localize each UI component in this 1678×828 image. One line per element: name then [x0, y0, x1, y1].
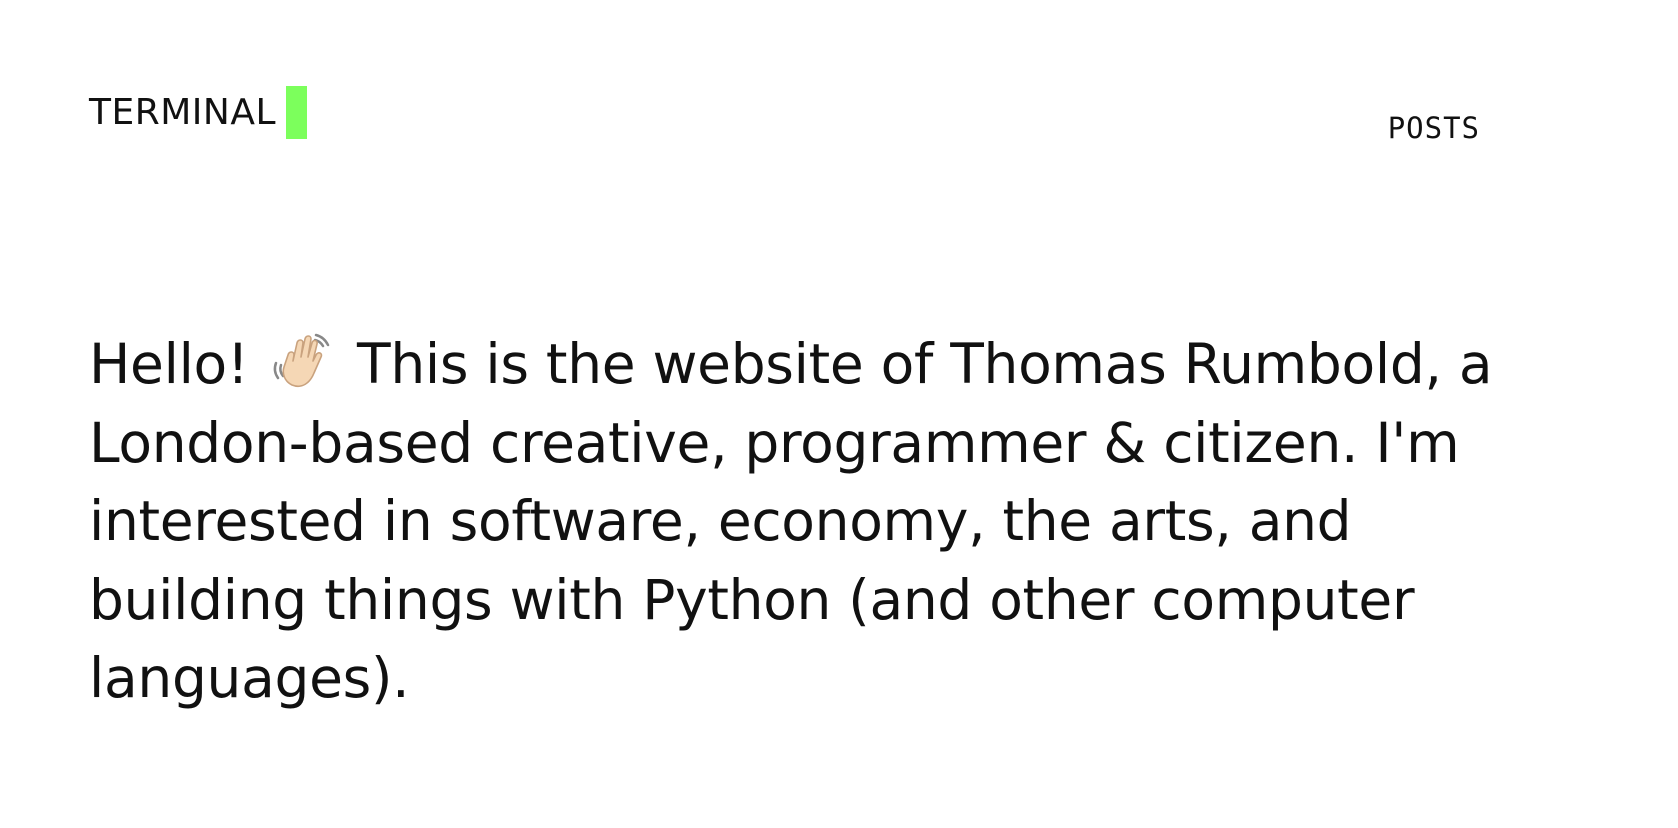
site-brand-name: TERMINAL	[89, 91, 277, 133]
intro-paragraph: Hello! This is the website of Thomas Rum…	[89, 325, 1529, 718]
waving-hand-icon	[273, 333, 330, 388]
site-header: TERMINAL POSTS	[0, 0, 1678, 160]
nav-posts-link[interactable]: POSTS	[1388, 114, 1480, 143]
site-logo-link[interactable]: TERMINAL	[89, 86, 308, 139]
greeting-text: Hello!	[89, 332, 249, 396]
terminal-cursor-icon	[286, 86, 308, 139]
